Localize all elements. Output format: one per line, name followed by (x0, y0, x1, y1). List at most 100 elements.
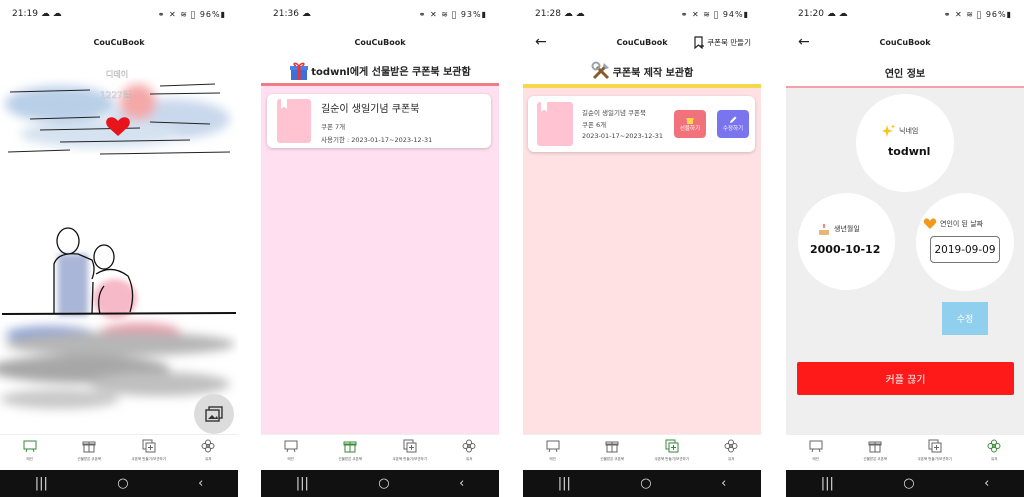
app-title: CouCuBook (93, 37, 145, 47)
easel-icon (809, 440, 823, 453)
nav-user-label: 유저 (205, 457, 212, 461)
recent-apps-button[interactable]: ||| (821, 476, 834, 491)
app-bar: ← CouCuBook 쿠폰북 만들기 (523, 28, 761, 56)
status-icons: ⚭ ✕ ≋ ⃠ 96%▮ (157, 9, 226, 19)
nav-create[interactable]: 쿠폰북 만들기/보관하기 (907, 439, 963, 462)
app-title: CouCuBook (354, 37, 406, 47)
edit-partner-button[interactable]: 수정 (942, 302, 988, 335)
gift-coupon-label: 선물하기 (679, 126, 701, 132)
nav-create[interactable]: 쿠폰북 만들기/보관하기 (382, 439, 438, 462)
created-heading-text: 쿠폰북 제작 보관함 (612, 67, 694, 79)
status-notifications: ☁ ☁ (563, 9, 585, 19)
bottom-nav: 메인 선물받은 쿠폰북 쿠폰북 만들기/보관하기 유저 (261, 434, 499, 470)
status-bar: 21:19 ☁ ☁ ⚭ ✕ ≋ ⃠ 96%▮ (0, 0, 238, 28)
dday-label: 디데이 (106, 69, 128, 79)
anniversary-value: 2019-09-09 (934, 243, 996, 256)
partner-heading-text: 연인 정보 (884, 68, 926, 80)
coupon-card[interactable]: 길순이 생일기념 쿠폰북 쿠폰 6개 2023-01-17~2023-12-31… (528, 96, 755, 152)
back-arrow-icon[interactable]: ← (798, 34, 810, 50)
status-icons: ⚭ ✕ ≋ ⃠ 94%▮ (680, 9, 749, 19)
gift-icon (343, 441, 357, 453)
water-wash (0, 323, 235, 409)
nav-main-label: 메인 (549, 457, 556, 461)
coupon-cover-icon (277, 99, 311, 143)
figure-wash (58, 254, 137, 319)
home-button[interactable]: ○ (117, 476, 128, 491)
recent-apps-button[interactable]: ||| (558, 476, 571, 491)
home-button[interactable]: ○ (640, 476, 651, 491)
coupon-period: 사용기한 : 2023-01-17~2023-12-31 (321, 136, 433, 144)
nav-received[interactable]: 선물받은 쿠폰북 (61, 439, 117, 462)
break-up-label: 커플 끊기 (885, 375, 926, 386)
status-icons: ⚭ ✕ ≋ ⃠ 93%▮ (418, 9, 487, 19)
main-screen: 21:19 ☁ ☁ ⚭ ✕ ≋ ⃠ 96%▮ CouCuBook 디데이 122… (0, 0, 238, 497)
gift-coupon-button[interactable]: 선물하기 (674, 110, 706, 138)
back-button[interactable]: ‹ (198, 476, 203, 491)
bottom-nav: 메인 선물받은 쿠폰북 쿠폰북 만들기/보관하기 유저 (786, 434, 1024, 470)
nav-received[interactable]: 선물받은 쿠폰북 (584, 439, 640, 462)
nav-main-label: 메인 (26, 457, 33, 461)
edit-partner-label: 수정 (956, 315, 974, 325)
orange-heart-icon (923, 218, 937, 229)
add-coupon-icon (928, 439, 942, 453)
nav-create-label: 쿠폰북 만들기/보관하기 (131, 457, 167, 461)
nav-main[interactable]: 메인 (788, 439, 844, 462)
status-time: 21:19 (12, 9, 38, 19)
back-arrow-icon[interactable]: ← (535, 34, 547, 50)
coupon-card[interactable]: 길순이 생일기념 쿠폰북 쿠폰 7개 사용기한 : 2023-01-17~202… (267, 94, 491, 148)
nav-create-label: 쿠폰북 만들기/보관하기 (917, 457, 953, 461)
anniversary-label: 연인이 된 날짜 (923, 217, 983, 231)
nav-user[interactable]: 유저 (180, 439, 236, 462)
nickname-value: todwnl (888, 145, 931, 158)
nav-user-label: 유저 (728, 457, 735, 461)
cake-icon (819, 224, 829, 235)
nav-received[interactable]: 선물받은 쿠폰북 (847, 439, 903, 462)
back-button[interactable]: ‹ (984, 476, 989, 491)
nav-received-label: 선물받은 쿠폰북 (600, 457, 625, 461)
received-list: 길순이 생일기념 쿠폰북 쿠폰 7개 사용기한 : 2023-01-17~202… (261, 86, 499, 434)
edit-coupon-button[interactable]: 수정하기 (717, 110, 749, 138)
easel-icon (284, 440, 298, 453)
nav-main[interactable]: 메인 (2, 439, 58, 462)
status-time: 21:36 (273, 9, 299, 19)
break-up-button[interactable]: 커플 끊기 (797, 362, 1014, 395)
partner-info-screen: 21:20 ☁ ☁ ⚭ ✕ ≋ ⃠ 96%▮ ← CouCuBook 연인 정보… (786, 0, 1024, 497)
back-button[interactable]: ‹ (459, 476, 464, 491)
nav-main[interactable]: 메인 (263, 439, 319, 462)
nav-received[interactable]: 선물받은 쿠폰북 (322, 439, 378, 462)
easel-icon (546, 440, 560, 453)
nav-main-label: 메인 (287, 457, 294, 461)
coupon-title: 길순이 생일기념 쿠폰북 (582, 109, 646, 117)
anniversary-date-field[interactable]: 2019-09-09 (930, 236, 1000, 263)
back-button[interactable]: ‹ (721, 476, 726, 491)
gallery-button[interactable] (194, 394, 234, 434)
easel-icon (23, 440, 37, 453)
nav-user[interactable]: 유저 (703, 439, 759, 462)
recent-apps-button[interactable]: ||| (296, 476, 309, 491)
status-bar: 21:28 ☁ ☁ ⚭ ✕ ≋ ⃠ 94%▮ (523, 0, 761, 28)
flower-icon (724, 439, 738, 453)
recent-apps-button[interactable]: ||| (35, 476, 48, 491)
system-nav: ||| ○ ‹ (0, 470, 238, 497)
created-coupons-screen: 21:28 ☁ ☁ ⚭ ✕ ≋ ⃠ 94%▮ ← CouCuBook 쿠폰북 만… (523, 0, 761, 497)
ground-line (1, 312, 237, 315)
nav-user[interactable]: 유저 (441, 439, 497, 462)
create-coupon-book-button[interactable]: 쿠폰북 만들기 (694, 35, 751, 49)
created-heading: 쿠폰북 제작 보관함 (523, 58, 761, 88)
nav-user[interactable]: 유저 (966, 439, 1022, 462)
received-heading-text: todwnl에게 선물받은 쿠폰북 보관함 (311, 67, 471, 78)
coupon-title: 길순이 생일기념 쿠폰북 (321, 104, 420, 115)
received-heading: todwnl에게 선물받은 쿠폰북 보관함 (261, 58, 499, 86)
birthday-label: 생년월일 (817, 222, 860, 236)
nav-create[interactable]: 쿠폰북 만들기/보관하기 (121, 439, 177, 462)
nickname-label-text: 닉네임 (899, 127, 919, 135)
home-button[interactable]: ○ (903, 476, 914, 491)
nav-main[interactable]: 메인 (525, 439, 581, 462)
home-button[interactable]: ○ (378, 476, 389, 491)
gallery-icon (205, 406, 223, 422)
nav-create[interactable]: 쿠폰북 만들기/보관하기 (644, 439, 700, 462)
nav-main-label: 메인 (812, 457, 819, 461)
bookmark-add-icon (694, 35, 705, 49)
gift-icon (605, 441, 619, 453)
nav-create-label: 쿠폰북 만들기/보관하기 (654, 457, 690, 461)
